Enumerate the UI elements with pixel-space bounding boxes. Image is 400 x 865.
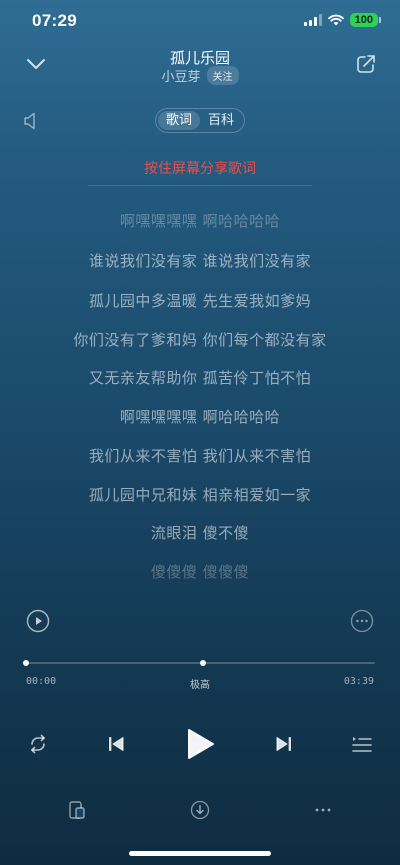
status-icons: 100 (303, 13, 382, 27)
hint-divider (88, 185, 312, 186)
more-circle-icon[interactable] (350, 609, 374, 633)
lyric-line[interactable]: 啊嘿嘿嘿嘿 啊哈哈哈哈 (0, 406, 400, 427)
lyric-line[interactable]: 流眼泪 傻不傻 (0, 522, 400, 543)
wifi-icon (327, 14, 344, 26)
play-icon[interactable] (182, 726, 218, 762)
lyric-line[interactable]: 孤儿园中兄和妹 相亲相爱如一家 (0, 484, 400, 505)
song-title: 孤儿乐园 (169, 49, 230, 67)
device-switch-icon[interactable] (66, 799, 88, 821)
artist-row: 小豆芽 关注 (0, 66, 400, 85)
time-row: 00:00 极高 03:39 (0, 676, 400, 691)
quality-label[interactable]: 极高 (0, 676, 400, 691)
speaker-icon[interactable] (20, 110, 42, 132)
tab-wiki[interactable]: 百科 (200, 111, 242, 130)
tab-lyrics[interactable]: 歌词 (158, 111, 200, 130)
lyric-line[interactable]: 孤儿园中多温暖 先生爱我如爹妈 (0, 290, 400, 311)
action-row (0, 608, 400, 634)
lyric-line[interactable]: 啊嘿嘿嘿嘿 啊哈哈哈哈 (0, 210, 400, 231)
next-icon[interactable] (272, 732, 296, 756)
lyric-line[interactable]: 傻傻傻 傻傻傻 (0, 561, 400, 582)
lyric-line[interactable]: 谁说我们没有家 谁说我们没有家 (0, 250, 400, 271)
playlist-icon[interactable] (350, 732, 374, 756)
lyric-line[interactable]: 又无亲友帮助你 孤苦伶丁怕不怕 (0, 367, 400, 388)
lyric-line[interactable]: 你们没有了爹和妈 你们每个都没有家 (0, 329, 400, 350)
status-time: 07:29 (32, 11, 77, 30)
lyric-line[interactable]: 我们从来不害怕 我们从来不害怕 (0, 445, 400, 466)
total-time: 03:39 (343, 676, 374, 687)
share-lyrics-hint: 按住屏幕分享歌词 (144, 161, 256, 177)
status-bar: 07:29 100 (0, 0, 400, 44)
tabs-row: 歌词 百科 (0, 108, 400, 134)
follow-button[interactable]: 关注 (206, 66, 239, 85)
battery-indicator: 100 (349, 13, 382, 27)
player-header: 孤儿乐园 小豆芽 关注 (0, 44, 400, 94)
quality-marker (200, 660, 206, 666)
playback-controls (0, 722, 400, 766)
download-icon[interactable] (189, 799, 211, 821)
video-play-icon[interactable] (26, 609, 50, 633)
previous-icon[interactable] (104, 732, 128, 756)
bottom-toolbar (0, 795, 400, 825)
artist-name[interactable]: 小豆芽 (161, 66, 200, 85)
cellular-signal-icon (303, 14, 322, 26)
share-icon[interactable] (354, 52, 378, 76)
home-indicator (129, 851, 271, 856)
progress-bar[interactable] (23, 656, 375, 670)
lyrics-wiki-tabs: 歌词 百科 (155, 108, 245, 133)
repeat-icon[interactable] (26, 732, 50, 756)
progress-thumb[interactable] (23, 660, 29, 666)
more-dots-icon[interactable] (312, 799, 334, 821)
